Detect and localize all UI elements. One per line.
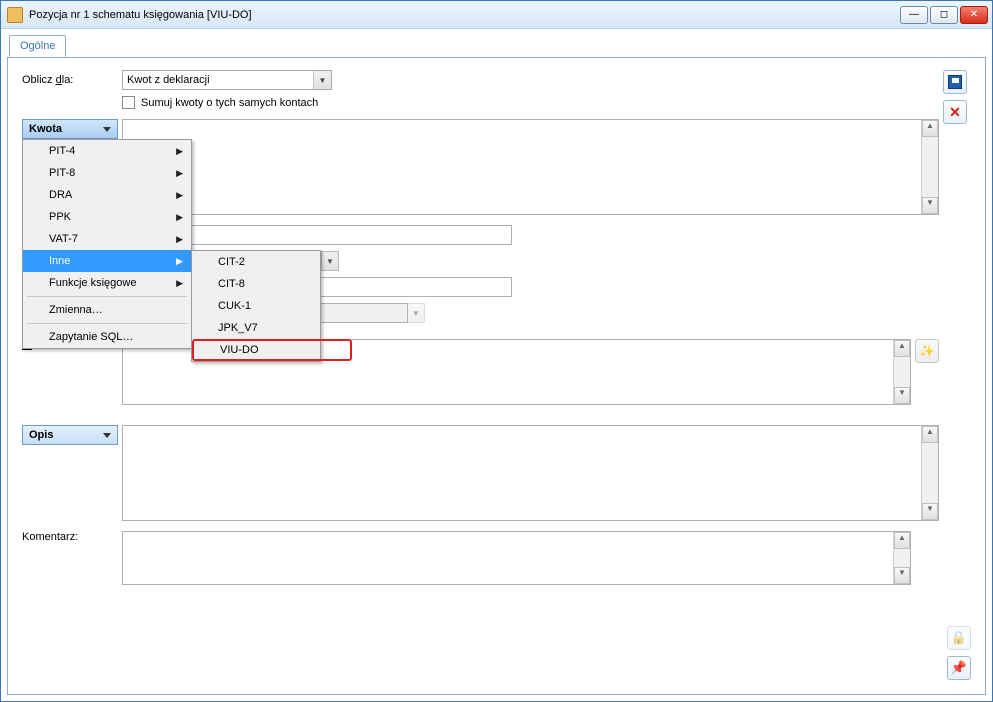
client-area: Ogólne Oblicz dla: Kwot z deklaracji ▼ S… [1, 29, 992, 701]
submenu-inne: CIT-2 CIT-8 CUK-1 JPK_V7 VIU-DO [191, 250, 321, 362]
app-window: Pozycja nr 1 schematu księgowania [VIU-D… [0, 0, 993, 702]
label-komentarz: Komentarz: [22, 531, 122, 543]
pin-icon: 📌 [951, 660, 967, 676]
checkbox-box [122, 96, 135, 109]
menu-item-zmienna[interactable]: Zmienna… [23, 299, 191, 321]
combo-value: Kwot z deklaracji [127, 74, 210, 86]
field-dropdown-icon: ▼ [407, 303, 425, 323]
menu-item-funkcje[interactable]: Funkcje księgowe▶ [23, 272, 191, 294]
submenu-item-viudo[interactable]: VIU-DO [192, 339, 352, 361]
submenu-item-cit2[interactable]: CIT-2 [192, 251, 352, 273]
menu-item-pit4[interactable]: PIT-4▶ [23, 140, 191, 162]
scrollbar[interactable]: ▲ ▼ [893, 340, 910, 404]
menu-separator [27, 296, 187, 297]
label-oblicz-dla: Oblicz dla: [22, 74, 122, 86]
floppy-disk-icon [948, 75, 962, 89]
menu-item-pit8[interactable]: PIT-8▶ [23, 162, 191, 184]
kwota-menu: PIT-4▶ PIT-8▶ DRA▶ PPK▶ VAT-7▶ Inne▶ Fun… [22, 139, 192, 349]
submenu-item-cit8[interactable]: CIT-8 [192, 273, 352, 295]
scrollbar[interactable]: ▲ ▼ [893, 532, 910, 584]
submenu-item-cuk1[interactable]: CUK-1 [192, 295, 352, 317]
maximize-button[interactable]: ◻ [930, 6, 958, 24]
scroll-up-icon[interactable]: ▲ [894, 532, 910, 549]
scroll-up-icon[interactable]: ▲ [894, 340, 910, 357]
delete-button[interactable]: ✕ [943, 100, 967, 124]
scroll-down-icon[interactable]: ▼ [894, 387, 910, 404]
pin-button[interactable]: 📌 [947, 656, 971, 680]
scroll-down-icon[interactable]: ▼ [922, 503, 938, 520]
wand-button[interactable]: ✨ [915, 339, 939, 363]
dropdown-triangle-icon [103, 127, 111, 132]
menu-item-sql[interactable]: Zapytanie SQL… [23, 326, 191, 348]
window-title: Pozycja nr 1 schematu księgowania [VIU-D… [29, 9, 900, 21]
menu-item-vat7[interactable]: VAT-7▶ [23, 228, 191, 250]
scroll-down-icon[interactable]: ▼ [894, 567, 910, 584]
lock-icon: 🔒 [951, 630, 967, 646]
komentarz-textarea[interactable]: ▲ ▼ [122, 531, 911, 585]
scroll-down-icon[interactable]: ▼ [922, 197, 938, 214]
submenu-item-jpkv7[interactable]: JPK_V7 [192, 317, 352, 339]
menu-item-dra[interactable]: DRA▶ [23, 184, 191, 206]
opis-dropdown-button[interactable]: Opis [22, 425, 118, 445]
tab-general[interactable]: Ogólne [9, 35, 66, 57]
checkbox-label: Sumuj kwoty o tych samych kontach [141, 97, 318, 109]
close-button[interactable]: ✕ [960, 6, 988, 24]
kwota-textarea[interactable]: ▲ ▼ [122, 119, 939, 215]
x-icon: ✕ [949, 104, 961, 121]
scroll-up-icon[interactable]: ▲ [922, 120, 938, 137]
app-icon [7, 7, 23, 23]
menu-separator [27, 323, 187, 324]
menu-item-inne[interactable]: Inne▶ [23, 250, 191, 272]
magic-wand-icon: ✨ [920, 344, 935, 358]
main-panel: Oblicz dla: Kwot z deklaracji ▼ Sumuj kw… [7, 57, 986, 695]
opis-textarea[interactable]: ▲ ▼ [122, 425, 939, 521]
save-button[interactable] [943, 70, 967, 94]
checkbox-sum-accounts[interactable]: Sumuj kwoty o tych samych kontach [122, 96, 939, 109]
kwota-dropdown-button[interactable]: Kwota [22, 119, 118, 139]
titlebar: Pozycja nr 1 schematu księgowania [VIU-D… [1, 1, 992, 29]
dropdown-arrow-icon: ▼ [313, 71, 331, 89]
form-area: Oblicz dla: Kwot z deklaracji ▼ Sumuj kw… [22, 70, 939, 682]
scrollbar[interactable]: ▲ ▼ [921, 426, 938, 520]
scroll-up-icon[interactable]: ▲ [922, 426, 938, 443]
bottom-toolbar: 🔒 📌 [947, 626, 971, 680]
lock-button: 🔒 [947, 626, 971, 650]
combo-oblicz-dla[interactable]: Kwot z deklaracji ▼ [122, 70, 332, 90]
dropdown-triangle-icon [103, 433, 111, 438]
menu-item-ppk[interactable]: PPK▶ [23, 206, 191, 228]
side-toolbar: ✕ [939, 70, 971, 682]
minimize-button[interactable]: — [900, 6, 928, 24]
scrollbar[interactable]: ▲ ▼ [921, 120, 938, 214]
